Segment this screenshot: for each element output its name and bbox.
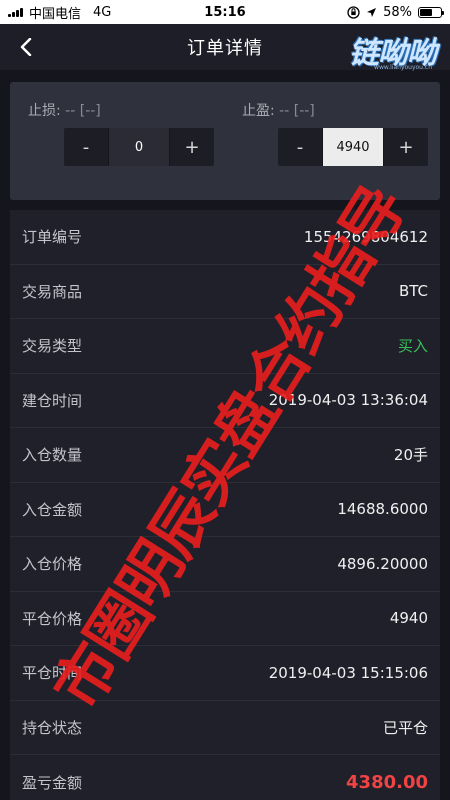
take-profit-plus-button[interactable]: + xyxy=(384,128,428,166)
take-profit-value: -- [--] xyxy=(279,103,315,119)
stop-panel: 止损: -- [--] 止盈: -- [--] - 0 + - 4940 + xyxy=(10,82,440,200)
detail-label: 平仓价格 xyxy=(22,609,83,628)
detail-value: 4896.20000 xyxy=(337,554,428,573)
detail-label: 持仓状态 xyxy=(22,718,83,737)
detail-value: 14688.6000 xyxy=(337,500,428,519)
detail-label: 平仓时间 xyxy=(22,664,83,683)
detail-label: 入仓价格 xyxy=(22,555,83,574)
battery-level xyxy=(420,8,432,16)
detail-row-close-time: 平仓时间 2019-04-03 15:15:06 xyxy=(10,646,440,701)
detail-value: 已平仓 xyxy=(382,718,428,737)
chevron-left-icon xyxy=(20,38,32,56)
battery-icon xyxy=(418,6,444,18)
stop-loss-label-group: 止损: -- [--] xyxy=(28,100,101,120)
take-profit-stepper: - 4940 + xyxy=(278,128,428,166)
detail-label: 入仓金额 xyxy=(22,500,83,519)
stop-loss-plus-button[interactable]: + xyxy=(170,128,214,166)
detail-row-status: 持仓状态 已平仓 xyxy=(10,701,440,755)
detail-value: 2019-04-03 15:15:06 xyxy=(268,663,428,682)
signal-icon xyxy=(8,7,23,17)
detail-label: 盈亏金额 xyxy=(22,773,83,792)
take-profit-minus-button[interactable]: - xyxy=(278,128,322,166)
battery-percent: 58% xyxy=(383,4,412,20)
take-profit-input[interactable]: 4940 xyxy=(322,128,384,166)
network-label: 4G xyxy=(93,4,112,20)
page-title: 订单详情 xyxy=(187,38,263,59)
detail-value: 4940 xyxy=(389,609,428,628)
location-arrow-icon xyxy=(367,7,377,17)
stop-loss-stepper: - 0 + xyxy=(64,128,214,166)
detail-value-profit: 4380.00 xyxy=(346,771,428,793)
detail-row-amount: 入仓金额 14688.6000 xyxy=(10,483,440,537)
detail-label: 订单编号 xyxy=(22,228,83,247)
take-profit-label: 止盈: xyxy=(242,103,275,119)
carrier-label: 中国电信 xyxy=(29,6,82,22)
detail-row-profit: 盈亏金额 4380.00 xyxy=(10,755,440,800)
detail-label: 交易商品 xyxy=(22,282,83,301)
status-left: 中国电信 4G xyxy=(8,3,111,22)
stop-loss-minus-button[interactable]: - xyxy=(64,128,108,166)
detail-value-buy: 买入 xyxy=(397,337,428,356)
take-profit-label-group: 止盈: -- [--] xyxy=(242,100,315,120)
detail-row-order-id: 订单编号 1554269804612 xyxy=(10,210,440,265)
stop-loss-input[interactable]: 0 xyxy=(108,128,170,166)
status-bar: 中国电信 4G 15:16 58% xyxy=(0,0,450,24)
detail-row-quantity: 入仓数量 20手 xyxy=(10,428,440,483)
detail-value: 1554269804612 xyxy=(303,227,428,246)
detail-value: BTC xyxy=(398,282,428,301)
status-right: 58% xyxy=(347,4,444,20)
brand-url: www.lianyouyou.cn xyxy=(374,64,432,71)
detail-label: 建仓时间 xyxy=(22,391,83,410)
stop-loss-label: 止损: xyxy=(28,103,61,119)
detail-row-close-price: 平仓价格 4940 xyxy=(10,592,440,646)
detail-row-trade-type: 交易类型 买入 xyxy=(10,319,440,374)
stop-loss-value: -- [--] xyxy=(65,103,101,119)
detail-label: 入仓数量 xyxy=(22,446,83,465)
detail-row-open-price: 入仓价格 4896.20000 xyxy=(10,537,440,592)
nav-bar: 订单详情 链呦呦 www.lianyouyou.cn xyxy=(0,24,450,71)
detail-value: 2019-04-03 13:36:04 xyxy=(268,391,428,410)
detail-row-open-time: 建仓时间 2019-04-03 13:36:04 xyxy=(10,374,440,428)
orientation-lock-icon xyxy=(347,5,360,19)
detail-label: 交易类型 xyxy=(22,337,83,356)
back-button[interactable] xyxy=(14,34,38,60)
detail-value: 20手 xyxy=(393,446,428,465)
order-details-list: 订单编号 1554269804612 交易商品 BTC 交易类型 买入 建仓时间… xyxy=(10,210,440,800)
detail-row-product: 交易商品 BTC xyxy=(10,265,440,319)
